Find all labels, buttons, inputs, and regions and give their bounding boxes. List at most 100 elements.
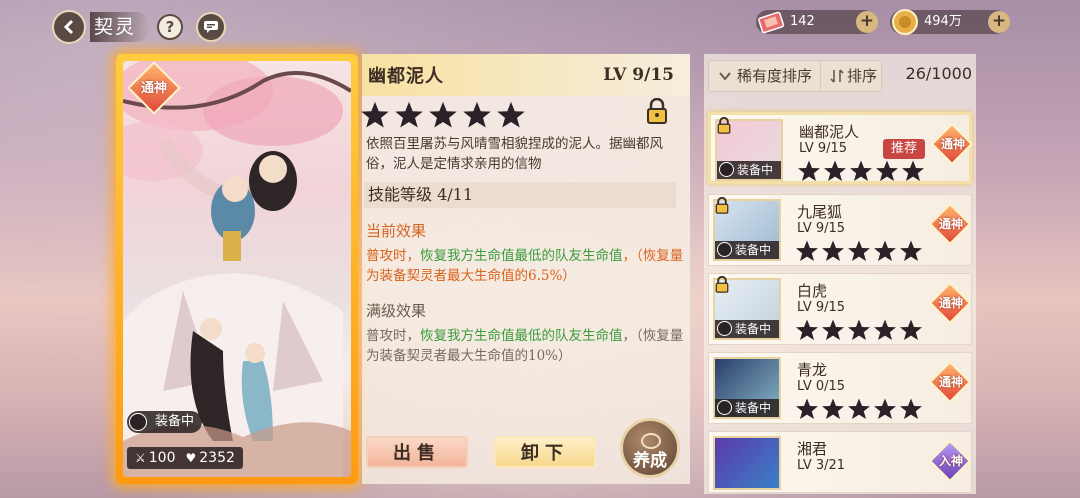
star-rating <box>360 100 526 130</box>
sort-order-button[interactable]: 排序 <box>820 60 882 92</box>
star-icon <box>798 160 820 181</box>
attack-value: 100 <box>148 450 176 466</box>
equipped-tag: 装备中 <box>715 241 779 259</box>
rarity-label: 通神 <box>938 375 963 389</box>
spirit-list-panel: 稀有度排序 排序 26/1000 装备中 幽都泥人 LV 9/15 推荐 通神 … <box>704 54 976 494</box>
equipped-label: 装备中 <box>735 322 772 336</box>
list-item[interactable]: 装备中 九尾狐 LV 9/15 通神 <box>708 194 972 266</box>
star-rating <box>795 318 923 342</box>
coin-currency: 494万 + <box>890 9 1010 35</box>
rarity-label: 通神 <box>938 217 963 231</box>
rarity-label: 通神 <box>940 137 965 151</box>
lock-icon <box>715 276 729 293</box>
hp-value: 2352 <box>199 450 235 466</box>
chat-icon <box>204 21 218 33</box>
rarity-label: 入神 <box>938 454 963 468</box>
equipped-tag: 装备中 <box>717 161 781 179</box>
max-effect-title: 满级效果 <box>366 302 427 320</box>
current-effect-text: 普攻时，恢复我方生命值最低的队友生命值，（恢复量为装备契灵者最大生命值的6.5%… <box>366 246 684 286</box>
ticket-count: 142 <box>790 14 815 29</box>
star-icon <box>824 160 846 181</box>
star-icon <box>874 398 896 419</box>
star-icon <box>361 101 389 128</box>
star-icon <box>497 101 525 128</box>
spirit-name: 幽都泥人 <box>368 66 444 87</box>
raise-label: 养成 <box>633 451 667 471</box>
spirit-name: 白虎 <box>797 282 828 300</box>
sort-rarity-label: 稀有度排序 <box>737 67 813 85</box>
lock-icon <box>717 117 731 134</box>
equipped-label: 装备中 <box>737 163 774 177</box>
star-rating <box>795 397 923 421</box>
add-coin-button[interactable]: + <box>988 11 1010 33</box>
max-effect-highlight: 恢复我方生命值最低的队友生命值 <box>420 328 623 344</box>
rarity-label: 通神 <box>140 81 167 96</box>
ticket-icon <box>758 11 785 34</box>
spirit-name: 幽都泥人 <box>799 123 860 141</box>
sell-button[interactable]: 出售 <box>366 436 468 468</box>
hp-stat: ♥ 2352 <box>186 447 235 469</box>
spirit-level: LV 3/21 <box>797 458 846 473</box>
help-button[interactable]: ? <box>157 14 183 40</box>
equipped-tag: 装备中 <box>127 411 203 433</box>
star-icon <box>874 319 896 340</box>
spirit-name: 湘君 <box>797 440 828 458</box>
star-icon <box>395 101 423 128</box>
star-icon <box>876 160 898 181</box>
star-icon <box>429 101 457 128</box>
lock-icon[interactable] <box>646 98 668 124</box>
page-title: 契灵 <box>90 12 151 42</box>
star-icon <box>900 240 922 261</box>
spirit-card: 通神 装备中 ⚔ 100 ♥ 2352 <box>116 54 358 484</box>
spirit-name: 九尾狐 <box>797 203 843 221</box>
sort-icon <box>830 69 844 83</box>
star-rating <box>795 239 923 263</box>
star-icon <box>822 240 844 261</box>
star-icon <box>463 101 491 128</box>
spirit-level: LV 9/15 <box>603 65 674 85</box>
star-rating <box>797 159 925 183</box>
max-effect-text: 普攻时，恢复我方生命值最低的队友生命值，（恢复量为装备契灵者最大生命值的10%） <box>366 326 684 366</box>
list-item[interactable]: 湘君 LV 3/21 入神 <box>708 431 972 493</box>
star-icon <box>822 398 844 419</box>
chevron-down-icon <box>719 72 731 81</box>
avatar <box>129 413 147 431</box>
rarity-label: 通神 <box>938 296 963 310</box>
star-icon <box>796 240 818 261</box>
equipped-label: 装备中 <box>735 401 772 415</box>
list-item[interactable]: 装备中 幽都泥人 LV 9/15 推荐 通神 <box>708 112 974 184</box>
list-item[interactable]: 装备中 青龙 LV 0/15 通神 <box>708 352 972 424</box>
recommended-badge: 推荐 <box>883 139 925 159</box>
add-ticket-button[interactable]: + <box>856 11 878 33</box>
spirit-level: LV 9/15 <box>799 141 848 156</box>
spirit-level: LV 9/15 <box>797 300 846 315</box>
spirit-level: LV 0/15 <box>797 379 846 394</box>
chat-button[interactable] <box>196 12 226 42</box>
star-icon <box>850 160 872 181</box>
star-icon <box>900 398 922 419</box>
star-icon <box>796 319 818 340</box>
sort-by-rarity-button[interactable]: 稀有度排序 <box>708 60 822 92</box>
spirit-thumbnail <box>713 436 781 490</box>
sword-icon: ⚔ <box>135 451 146 465</box>
lock-icon <box>715 197 729 214</box>
list-item[interactable]: 装备中 白虎 LV 9/15 通神 <box>708 273 972 345</box>
attack-stat: ⚔ 100 <box>135 447 176 469</box>
raise-button[interactable]: 养成 <box>620 418 680 478</box>
avatar <box>717 321 732 336</box>
spirit-count: 26/1000 <box>905 64 972 83</box>
sort-order-label: 排序 <box>847 67 878 85</box>
avatar <box>717 242 732 257</box>
skill-level: 技能等级 4/11 <box>364 182 676 208</box>
star-icon <box>848 240 870 261</box>
max-effect-trigger: 普攻时， <box>366 328 420 344</box>
spirit-level: LV 9/15 <box>797 221 846 236</box>
avatar <box>719 162 734 177</box>
unequip-button[interactable]: 卸下 <box>494 436 596 468</box>
equipped-label: 装备中 <box>735 243 772 257</box>
star-icon <box>874 240 896 261</box>
current-effect-highlight: 恢复我方生命值最低的队友生命值 <box>420 248 623 264</box>
swirl-icon <box>641 433 661 449</box>
equipped-tag: 装备中 <box>715 399 779 417</box>
back-button[interactable] <box>52 10 86 44</box>
